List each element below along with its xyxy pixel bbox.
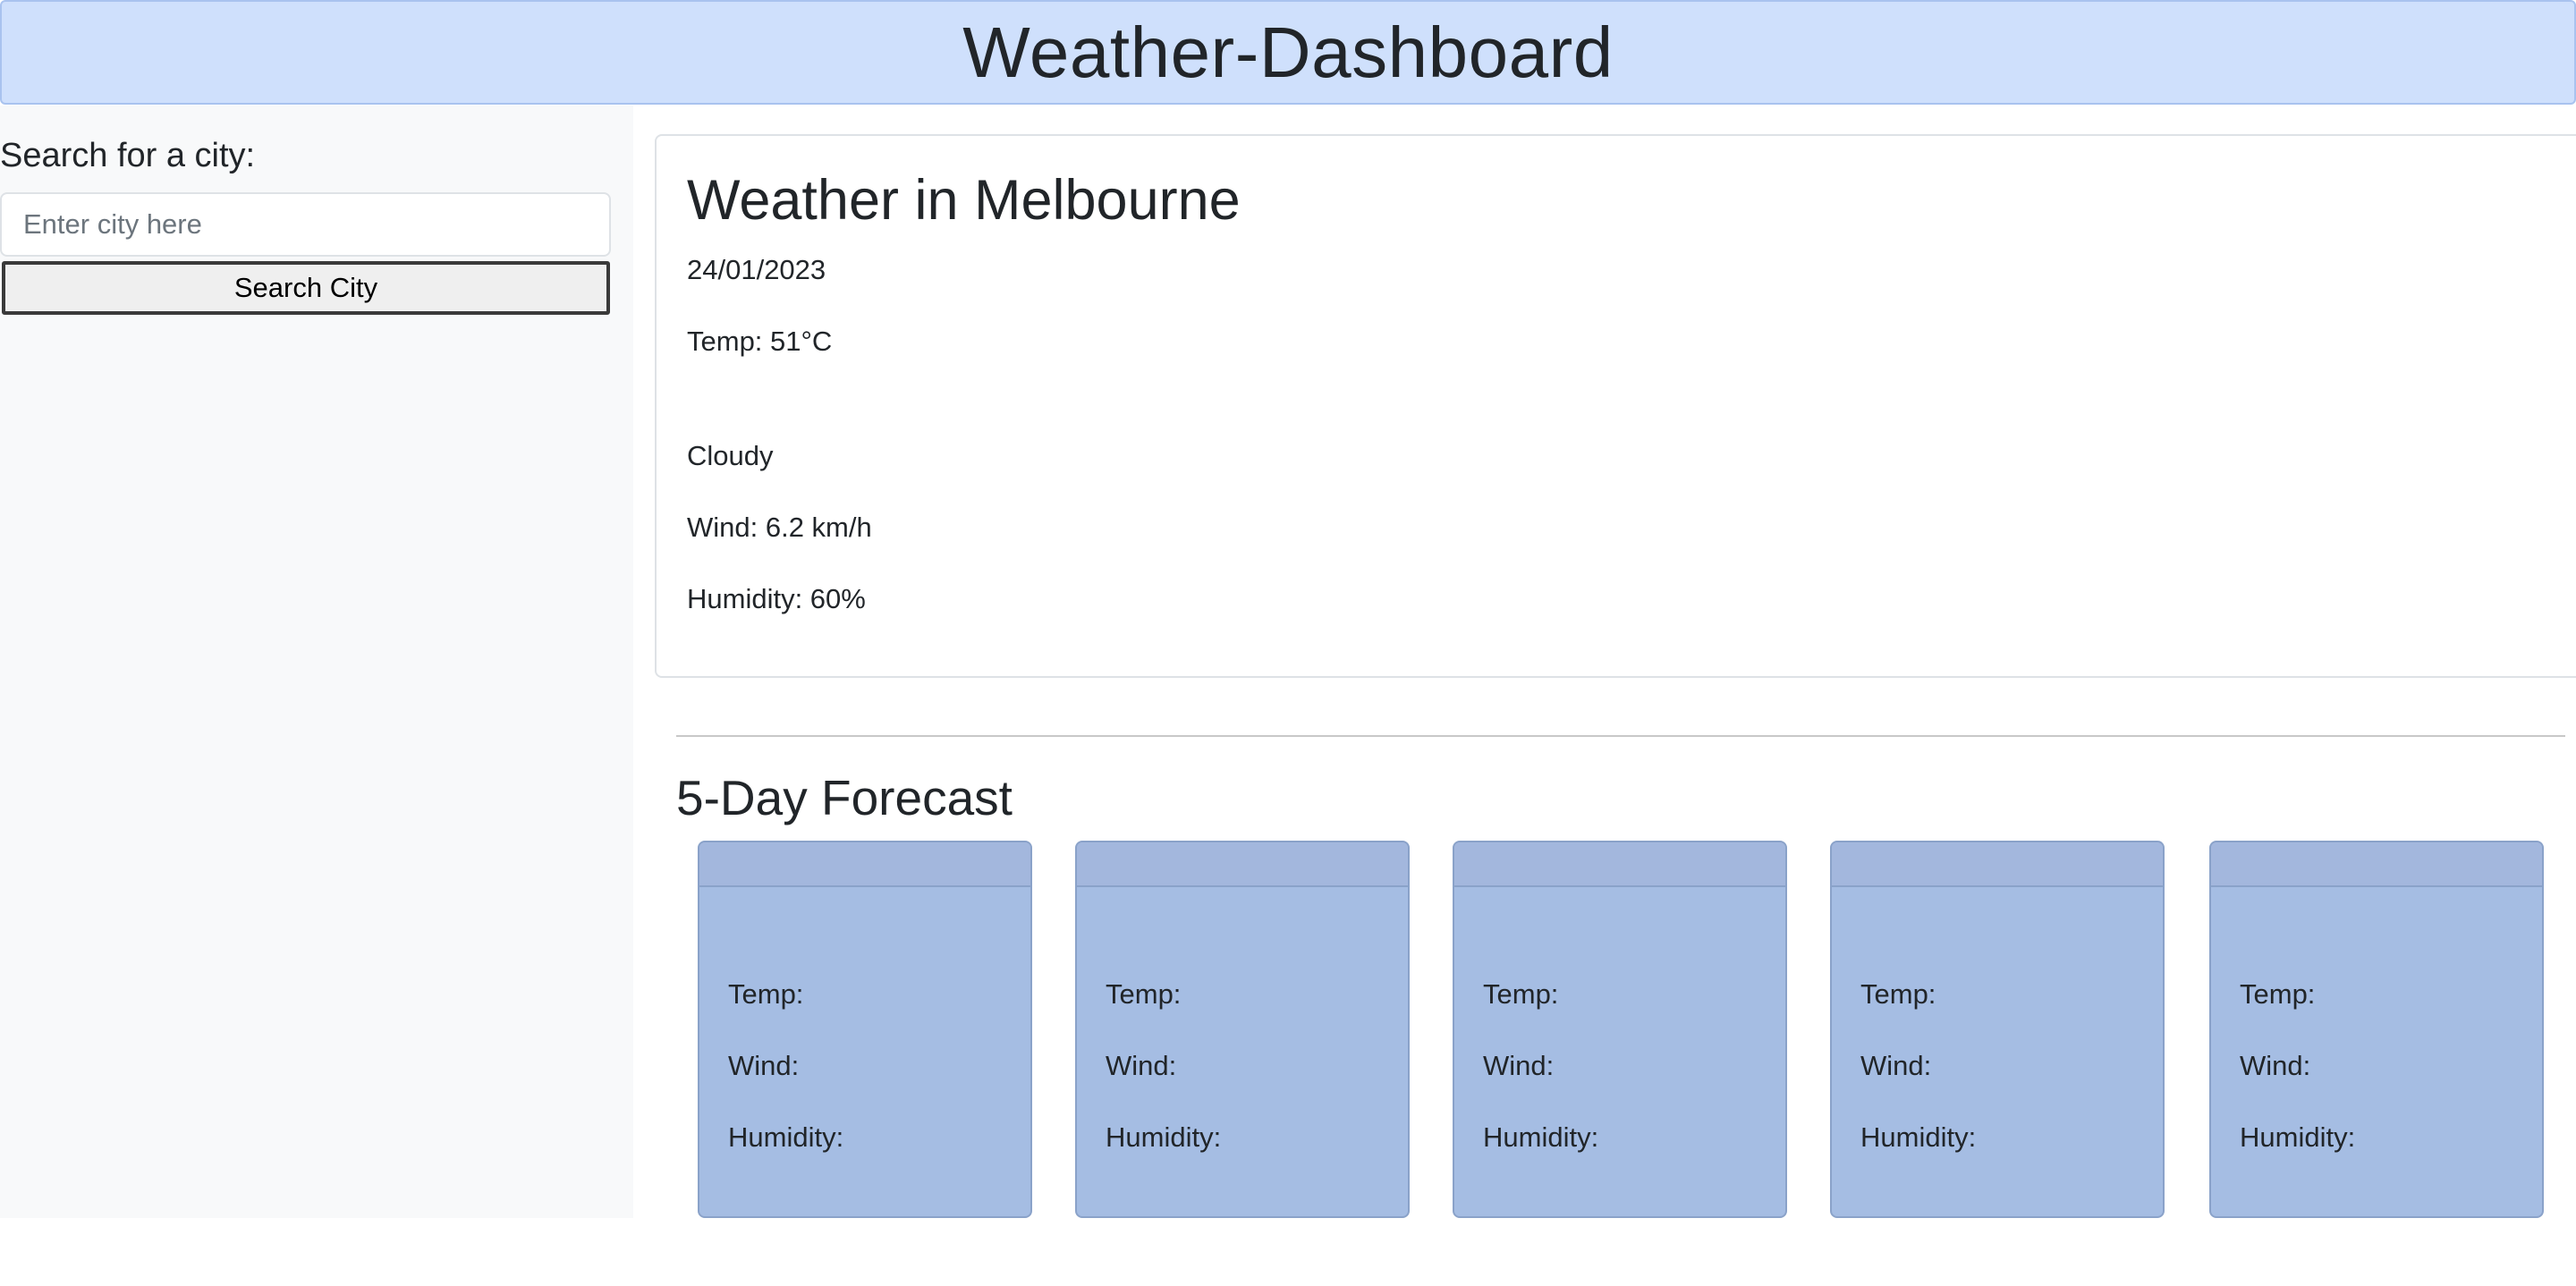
forecast-temp: Temp: xyxy=(1483,978,1559,1010)
page-title: Weather-Dashboard xyxy=(962,12,1614,92)
forecast-card: Temp: Wind: Humidity: xyxy=(2209,841,2544,1218)
forecast-humidity: Humidity: xyxy=(1106,1121,1222,1153)
forecast-humidity: Humidity: xyxy=(1860,1121,1977,1153)
forecast-temp: Temp: xyxy=(1860,978,1936,1010)
forecast-humidity: Humidity: xyxy=(728,1121,844,1153)
forecast-card: Temp: Wind: Humidity: xyxy=(1830,841,2165,1218)
forecast-card-header xyxy=(699,842,1030,887)
city-search-input[interactable] xyxy=(0,192,611,257)
forecast-wind: Wind: xyxy=(2240,1050,2311,1081)
forecast-card-header xyxy=(1832,842,2163,887)
search-label: Search for a city: xyxy=(0,137,256,174)
forecast-card-header xyxy=(1454,842,1785,887)
forecast-wind: Wind: xyxy=(1860,1050,1932,1081)
current-wind: Wind: 6.2 km/h xyxy=(687,512,872,543)
forecast-humidity: Humidity: xyxy=(2240,1121,2356,1153)
forecast-temp: Temp: xyxy=(728,978,804,1010)
page-header: Weather-Dashboard xyxy=(0,0,2576,105)
forecast-title: 5-Day Forecast xyxy=(676,770,1013,825)
forecast-wind: Wind: xyxy=(1483,1050,1555,1081)
current-temp: Temp: 51°C xyxy=(687,326,833,357)
search-city-button[interactable]: Search City xyxy=(2,261,610,315)
current-weather-card: Weather in Melbourne 24/01/2023 Temp: 51… xyxy=(655,134,2576,678)
forecast-wind: Wind: xyxy=(728,1050,800,1081)
forecast-card: Temp: Wind: Humidity: xyxy=(1075,841,1410,1218)
current-weather-title: Weather in Melbourne xyxy=(687,169,1241,232)
section-divider xyxy=(676,735,2565,737)
sidebar: Search for a city: Search City xyxy=(0,106,633,1218)
current-date: 24/01/2023 xyxy=(687,254,826,285)
forecast-card: Temp: Wind: Humidity: xyxy=(1453,841,1787,1218)
forecast-temp: Temp: xyxy=(2240,978,2316,1010)
forecast-card-header xyxy=(2211,842,2542,887)
current-condition: Cloudy xyxy=(687,440,774,471)
forecast-temp: Temp: xyxy=(1106,978,1182,1010)
current-humidity: Humidity: 60% xyxy=(687,583,866,614)
forecast-card: Temp: Wind: Humidity: xyxy=(698,841,1032,1218)
forecast-humidity: Humidity: xyxy=(1483,1121,1599,1153)
forecast-wind: Wind: xyxy=(1106,1050,1177,1081)
forecast-card-header xyxy=(1077,842,1408,887)
